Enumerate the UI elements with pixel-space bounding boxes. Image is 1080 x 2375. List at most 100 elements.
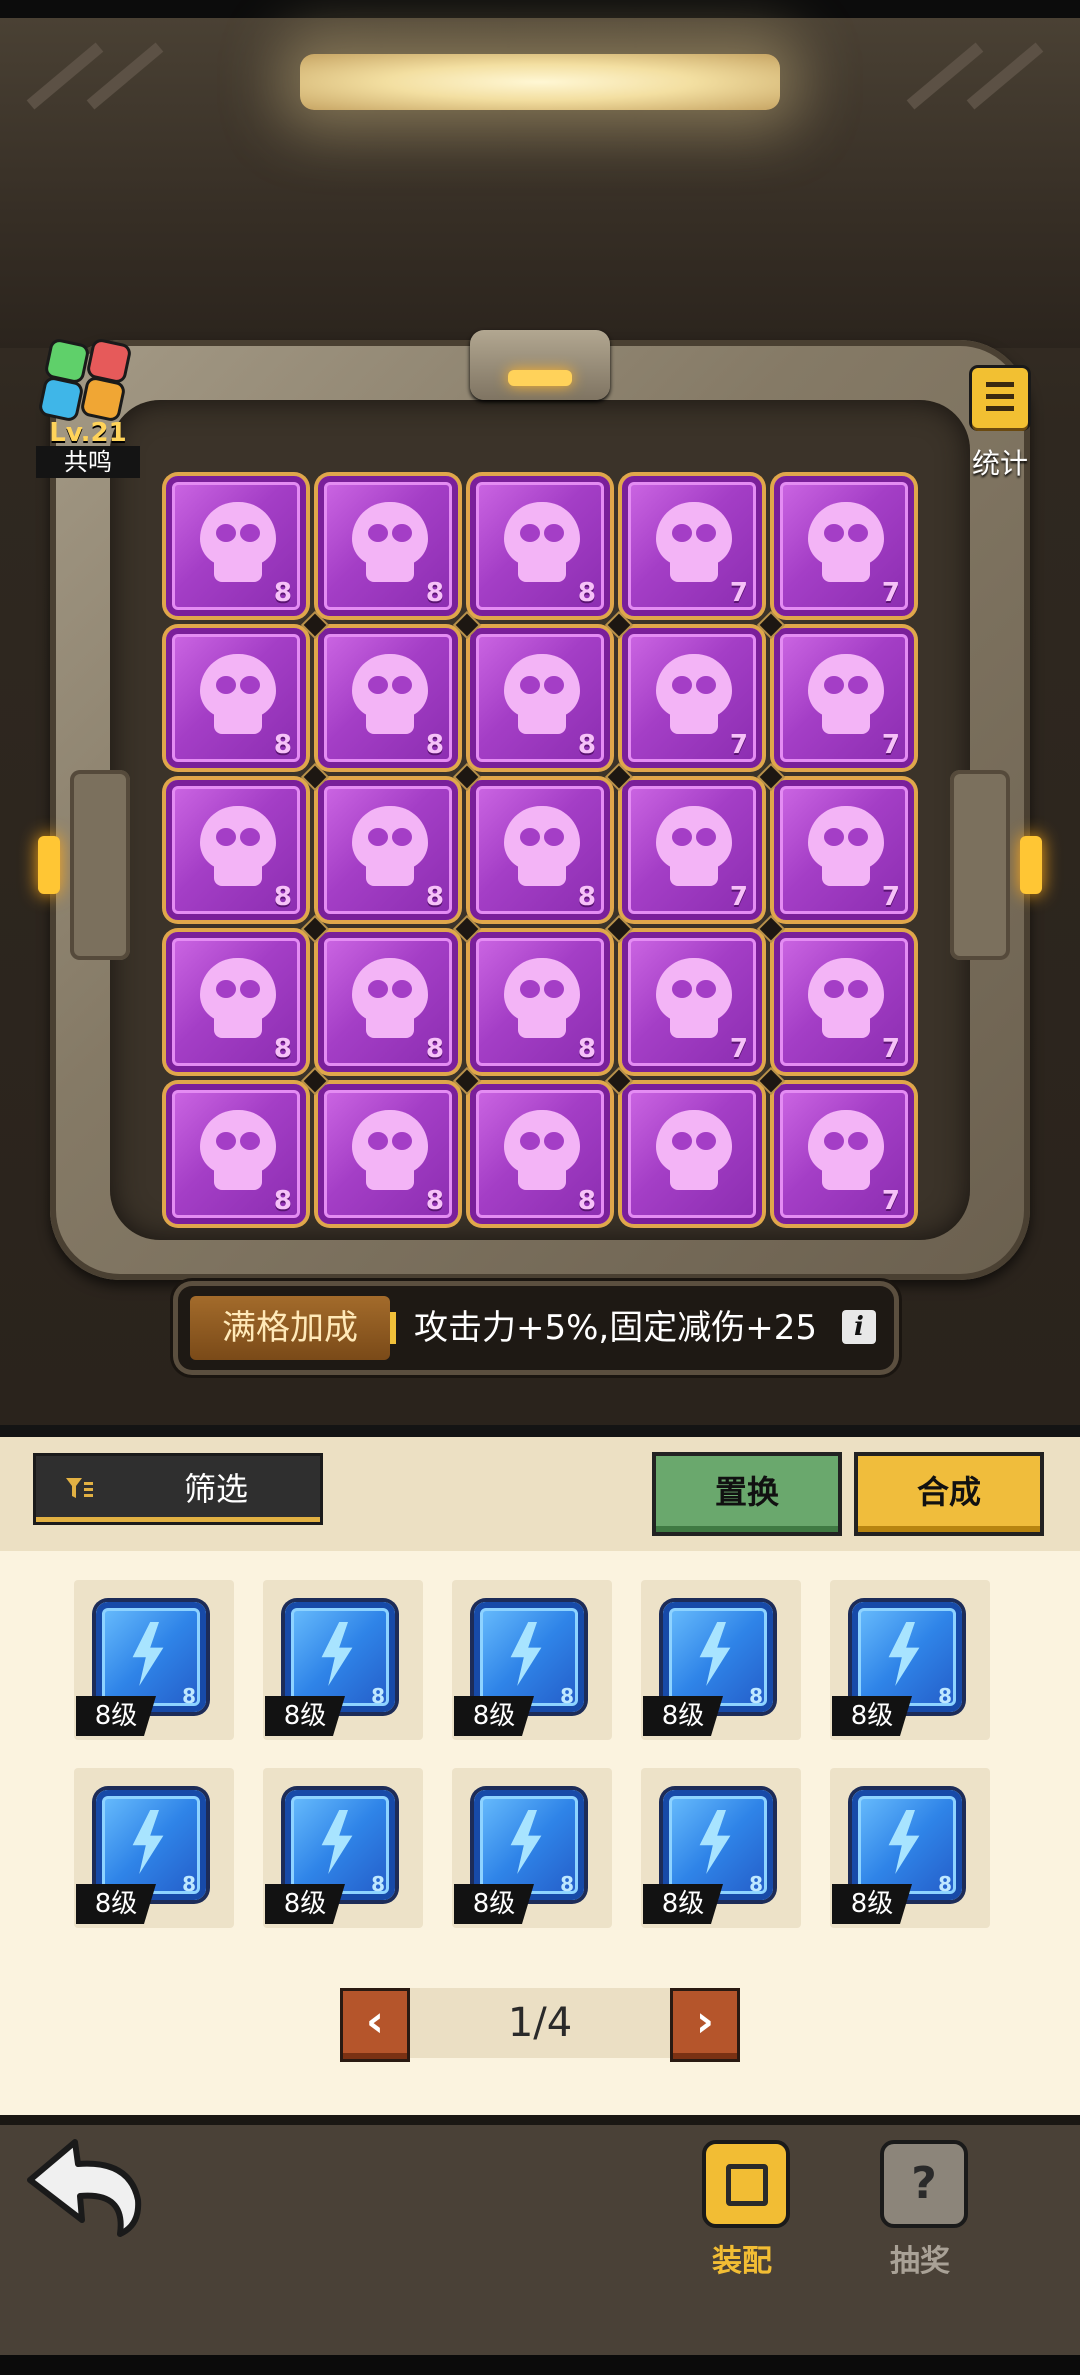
- grid-tile[interactable]: 8: [318, 628, 458, 768]
- grid-tile[interactable]: [622, 1084, 762, 1224]
- tile-level: 8: [425, 1186, 444, 1216]
- tile-level: 8: [273, 1186, 292, 1216]
- lightning-icon: [132, 1622, 164, 1686]
- energy-chip-icon: 8: [474, 1602, 584, 1712]
- skull-icon: [200, 502, 276, 566]
- tile-level: 8: [577, 578, 596, 608]
- lottery-label: 抽奖: [890, 2244, 950, 2279]
- equip-nav-button[interactable]: 装配: [682, 2140, 802, 2280]
- grid-tile[interactable]: 8: [166, 628, 306, 768]
- chip-level: 8: [560, 1872, 574, 1896]
- inventory-item[interactable]: 8 8级: [641, 1580, 801, 1740]
- chevron-right-icon[interactable]: ›: [670, 1988, 740, 2062]
- merge-button[interactable]: 合成: [854, 1452, 1044, 1536]
- inventory-item[interactable]: 8 8级: [641, 1768, 801, 1928]
- inventory-item[interactable]: 8 8级: [452, 1580, 612, 1740]
- grid-tile[interactable]: 8: [470, 476, 610, 616]
- grid-tile[interactable]: 8: [318, 780, 458, 920]
- inventory-item[interactable]: 8 8级: [263, 1580, 423, 1740]
- grid-tile[interactable]: 8: [166, 476, 306, 616]
- lightning-icon: [510, 1622, 542, 1686]
- chip-level: 8: [749, 1684, 763, 1708]
- grid-tile[interactable]: 8: [470, 1084, 610, 1224]
- grid-tile[interactable]: 8: [318, 932, 458, 1072]
- tile-level: 8: [425, 1034, 444, 1064]
- tile-level: 8: [273, 882, 292, 912]
- back-arrow-icon[interactable]: [20, 2130, 150, 2240]
- info-icon[interactable]: i: [842, 1310, 876, 1344]
- tile-level: 8: [425, 730, 444, 760]
- chip-level: 8: [371, 1872, 385, 1896]
- grid-tile[interactable]: 8: [166, 932, 306, 1072]
- grid-tile[interactable]: 7: [622, 780, 762, 920]
- grid-tile[interactable]: 7: [622, 628, 762, 768]
- lightning-icon: [699, 1622, 731, 1686]
- grid-tile[interactable]: 8: [470, 932, 610, 1072]
- equip-label: 装配: [712, 2244, 772, 2279]
- chevron-left-icon[interactable]: ‹: [340, 1988, 410, 2062]
- inventory-item[interactable]: 8 8级: [452, 1768, 612, 1928]
- skull-icon: [200, 1110, 276, 1174]
- skull-icon: [656, 958, 732, 1022]
- lottery-nav-button[interactable]: ? 抽奖: [860, 2140, 980, 2280]
- item-level-tag: 8级: [643, 1696, 723, 1736]
- tile-level: 7: [881, 1034, 900, 1064]
- tile-level: 7: [729, 578, 748, 608]
- lightning-icon: [888, 1622, 920, 1686]
- item-level-tag: 8级: [265, 1884, 345, 1924]
- skull-icon: [200, 654, 276, 718]
- tile-level: 8: [273, 1034, 292, 1064]
- side-lamp: [1020, 836, 1042, 894]
- swap-button[interactable]: 置换: [652, 1452, 842, 1536]
- skull-icon: [808, 1110, 884, 1174]
- grid-tile[interactable]: 8: [318, 476, 458, 616]
- grid-tile[interactable]: 8: [318, 1084, 458, 1224]
- skull-icon: [656, 654, 732, 718]
- tile-level: 7: [881, 1186, 900, 1216]
- lightning-icon: [888, 1810, 920, 1874]
- bonus-label: 满格加成: [190, 1296, 390, 1360]
- tile-level: 8: [273, 578, 292, 608]
- chip-level: 8: [371, 1684, 385, 1708]
- grid-tile[interactable]: 8: [470, 628, 610, 768]
- inventory-item[interactable]: 8 8级: [74, 1580, 234, 1740]
- grid-tile[interactable]: 7: [774, 476, 914, 616]
- grid-tile[interactable]: 8: [470, 780, 610, 920]
- grid-tile[interactable]: 8: [166, 780, 306, 920]
- bonus-text: 攻击力+5%,固定减伤+25: [414, 1308, 817, 1348]
- stats-button[interactable]: 统计: [960, 368, 1040, 488]
- inventory-item[interactable]: 8 8级: [74, 1768, 234, 1928]
- side-rail: [70, 770, 130, 960]
- resonance-badge[interactable]: Lv.21 共鸣: [28, 338, 148, 478]
- page-indicator: 1/4: [507, 2000, 573, 2046]
- item-level-tag: 8级: [454, 1884, 534, 1924]
- chip-level: 8: [938, 1684, 952, 1708]
- item-level-tag: 8级: [265, 1696, 345, 1736]
- inventory-item[interactable]: 8 8级: [830, 1768, 990, 1928]
- filter-button[interactable]: 筛选: [36, 1456, 320, 1522]
- skull-icon: [352, 1110, 428, 1174]
- chip-level: 8: [938, 1872, 952, 1896]
- tile-level: 7: [881, 578, 900, 608]
- grid-tile[interactable]: 7: [774, 780, 914, 920]
- energy-chip-icon: 8: [285, 1602, 395, 1712]
- grid-tile[interactable]: 7: [622, 932, 762, 1072]
- tile-level: 7: [881, 882, 900, 912]
- inventory-item[interactable]: 8 8级: [263, 1768, 423, 1928]
- status-bar: [0, 0, 1080, 18]
- skull-icon: [504, 806, 580, 870]
- document-icon: [972, 368, 1028, 428]
- inventory-item[interactable]: 8 8级: [830, 1580, 990, 1740]
- skull-icon: [504, 654, 580, 718]
- chip-level: 8: [182, 1872, 196, 1896]
- tile-level: 7: [729, 730, 748, 760]
- grid-tile[interactable]: 7: [622, 476, 762, 616]
- skull-icon: [656, 502, 732, 566]
- skull-icon: [656, 1110, 732, 1174]
- grid-tile[interactable]: 8: [166, 1084, 306, 1224]
- grid-tile[interactable]: 7: [774, 628, 914, 768]
- grid-tile[interactable]: 7: [774, 1084, 914, 1224]
- grid-tile[interactable]: 7: [774, 932, 914, 1072]
- item-level-tag: 8级: [832, 1884, 912, 1924]
- tile-level: 8: [425, 578, 444, 608]
